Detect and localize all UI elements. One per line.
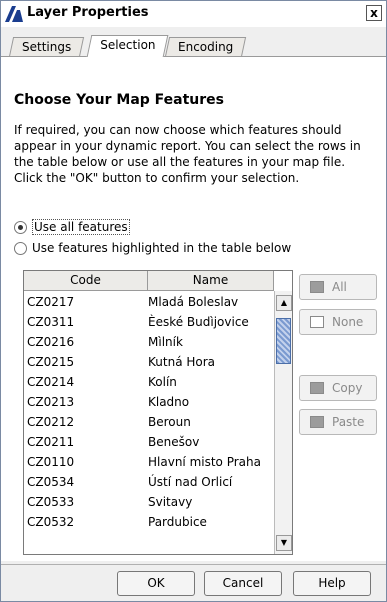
table-row[interactable]: CZ0212 Beroun [24,412,274,432]
code-cell: CZ0214 [27,375,75,389]
tab-strip: Settings Selection Encoding [7,29,382,57]
tab-selection-label: Selection [100,38,156,52]
table-row[interactable]: CZ0211 Benešov [24,432,274,452]
name-cell: Hlavní misto Praha [148,455,261,469]
radio-use-highlighted-features[interactable]: Use features highlighted in the table be… [14,240,334,258]
layer-properties-dialog: Layer Properties x Settings Selection En… [0,0,387,602]
code-cell: CZ0217 [27,295,75,309]
code-cell: CZ0534 [27,475,75,489]
tab-encoding-label: Encoding [178,40,234,54]
title-bar[interactable]: Layer Properties x [1,1,386,27]
radio-use-all-features[interactable]: Use all features [14,219,164,237]
name-cell: Mladá Boleslav [148,295,239,309]
table-row[interactable]: CZ0213 Kladno [24,392,274,412]
radio-button-unchecked[interactable] [14,242,27,255]
select-none-button[interactable]: None [299,309,377,335]
table-row[interactable]: CZ0215 Kutná Hora [24,352,274,372]
cancel-button[interactable]: Cancel [204,571,282,596]
table-body: CZ0217 Mladá Boleslav CZ0311 Èeské Budìjov… [24,292,274,532]
code-cell: CZ0212 [27,415,75,429]
select-all-button[interactable]: All [299,274,377,300]
name-cell: Èeské Budìjovice [148,315,249,329]
panel-intro-text: If required, you can now choose which fe… [14,123,361,185]
name-cell: Ústí nad Orlicí [148,475,233,489]
radio-use-all-label: Use all features [32,219,130,235]
selection-panel: Choose Your Map Features If required, yo… [1,56,386,561]
name-cell: Kolín [148,375,177,389]
copy-button[interactable]: Copy [299,375,377,401]
tab-selection[interactable]: Selection [86,35,169,57]
scrollbar-thumb[interactable] [276,318,291,364]
tab-settings[interactable]: Settings [8,37,85,57]
help-button[interactable]: Help [293,571,371,596]
features-table[interactable]: Code Name CZ0217 Mladá Boleslav CZ0311 Èes… [23,270,293,555]
code-cell: CZ0216 [27,335,75,349]
name-cell: Mìlník [148,335,183,349]
scroll-up-arrow-icon[interactable]: ▲ [276,295,292,311]
code-cell: CZ0311 [27,315,75,329]
table-row[interactable]: CZ0534 Ústí nad Orlicí [24,472,274,492]
table-header: Code Name [24,271,274,291]
app-logo-icon [5,6,23,22]
name-cell: Svitavy [148,495,193,509]
radio-use-highlighted-label: Use features highlighted in the table be… [32,241,292,255]
table-row[interactable]: CZ0214 Kolín [24,372,274,392]
tab-settings-label: Settings [22,40,72,54]
window-title: Layer Properties [27,5,149,20]
paste-button[interactable]: Paste [299,409,377,435]
select-all-icon [310,281,324,293]
select-all-label: All [332,280,347,294]
name-cell: Benešov [148,435,200,449]
tab-encoding[interactable]: Encoding [164,37,247,57]
copy-icon [310,382,324,394]
footer-separator [1,564,386,565]
name-cell: Kladno [148,395,190,409]
close-icon: x [370,6,378,20]
table-row[interactable]: CZ0311 Èeské Budìjovice [24,312,274,332]
column-header-name[interactable]: Name [148,271,274,291]
close-button[interactable]: x [366,5,382,21]
copy-label: Copy [332,381,363,395]
column-header-code[interactable]: Code [24,271,148,291]
code-cell: CZ0213 [27,395,75,409]
code-cell: CZ0110 [27,455,75,469]
paste-icon [310,416,324,428]
table-row[interactable]: CZ0110 Hlavní misto Praha [24,452,274,472]
table-row[interactable]: CZ0217 Mladá Boleslav [24,292,274,312]
select-none-label: None [332,315,364,329]
code-cell: CZ0215 [27,355,75,369]
paste-label: Paste [332,415,365,429]
table-row[interactable]: CZ0532 Pardubice [24,512,274,532]
ok-button[interactable]: OK [117,571,195,596]
name-cell: Beroun [148,415,191,429]
table-vertical-scrollbar[interactable]: ▲ ▼ [274,291,292,554]
name-cell: Pardubice [148,515,207,529]
panel-heading: Choose Your Map Features [14,92,224,108]
scroll-down-arrow-icon[interactable]: ▼ [276,535,292,551]
code-cell: CZ0532 [27,515,75,529]
table-row[interactable]: CZ0533 Svitavy [24,492,274,512]
code-cell: CZ0533 [27,495,75,509]
table-row[interactable]: CZ0216 Mìlník [24,332,274,352]
select-none-icon [310,316,324,328]
code-cell: CZ0211 [27,435,75,449]
radio-button-checked[interactable] [14,221,27,234]
name-cell: Kutná Hora [148,355,216,369]
